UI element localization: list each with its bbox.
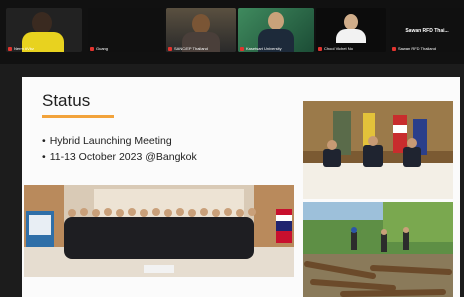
participant-tile-3[interactable]: SANC/EP Thailand — [166, 8, 236, 52]
bullet-item: • 11-13 October 2023 @Bangkok — [42, 151, 197, 163]
mic-muted-icon — [240, 46, 244, 51]
participant-name-large: Sawan RFD Thai... — [405, 28, 449, 34]
forest-photo — [303, 202, 453, 297]
shared-slide: Status • Hybrid Launching Meeting • 11-13 … — [22, 77, 460, 297]
participant-label-4: Kasetsart University — [240, 46, 282, 51]
participant-label-2: Guang — [90, 46, 108, 51]
participant-label-3: SANC/EP Thailand — [168, 46, 208, 51]
mic-muted-icon — [90, 46, 94, 51]
meeting-photo-image — [303, 101, 453, 199]
participant-tile-4[interactable]: Kasetsart University — [238, 8, 314, 52]
mic-muted-icon — [168, 46, 172, 51]
participant-tile-5[interactable]: Chool Vichet No — [316, 8, 386, 52]
video-call-window: Nerm #Vbz Guang SANC/EP Thailand Kasetsa… — [0, 0, 464, 297]
participant-label-6: Sawan RFD Thailand — [392, 46, 436, 51]
bullet-dot-icon: • — [42, 151, 46, 163]
forest-photo-image — [303, 202, 453, 297]
mic-muted-icon — [318, 46, 322, 51]
slide-title: Status — [42, 91, 91, 110]
group-photo — [24, 185, 294, 277]
title-underline — [42, 115, 114, 118]
bullet-dot-icon: • — [42, 135, 46, 147]
participant-strip: Nerm #Vbz Guang SANC/EP Thailand Kasetsa… — [0, 0, 464, 64]
participant-tile-6[interactable]: Sawan RFD Thai... Sawan RFD Thailand — [390, 8, 464, 52]
meeting-photo — [303, 101, 453, 199]
group-photo-image — [24, 185, 294, 277]
participant-tile-2[interactable]: Guang — [88, 8, 164, 52]
mic-muted-icon — [8, 46, 12, 51]
mic-muted-icon — [392, 46, 396, 51]
participant-label-1: Nerm #Vbz — [8, 46, 34, 51]
participant-label-5: Chool Vichet No — [318, 46, 353, 51]
bullet-item: • Hybrid Launching Meeting — [42, 135, 172, 147]
participant-tile-1[interactable]: Nerm #Vbz — [6, 8, 82, 52]
